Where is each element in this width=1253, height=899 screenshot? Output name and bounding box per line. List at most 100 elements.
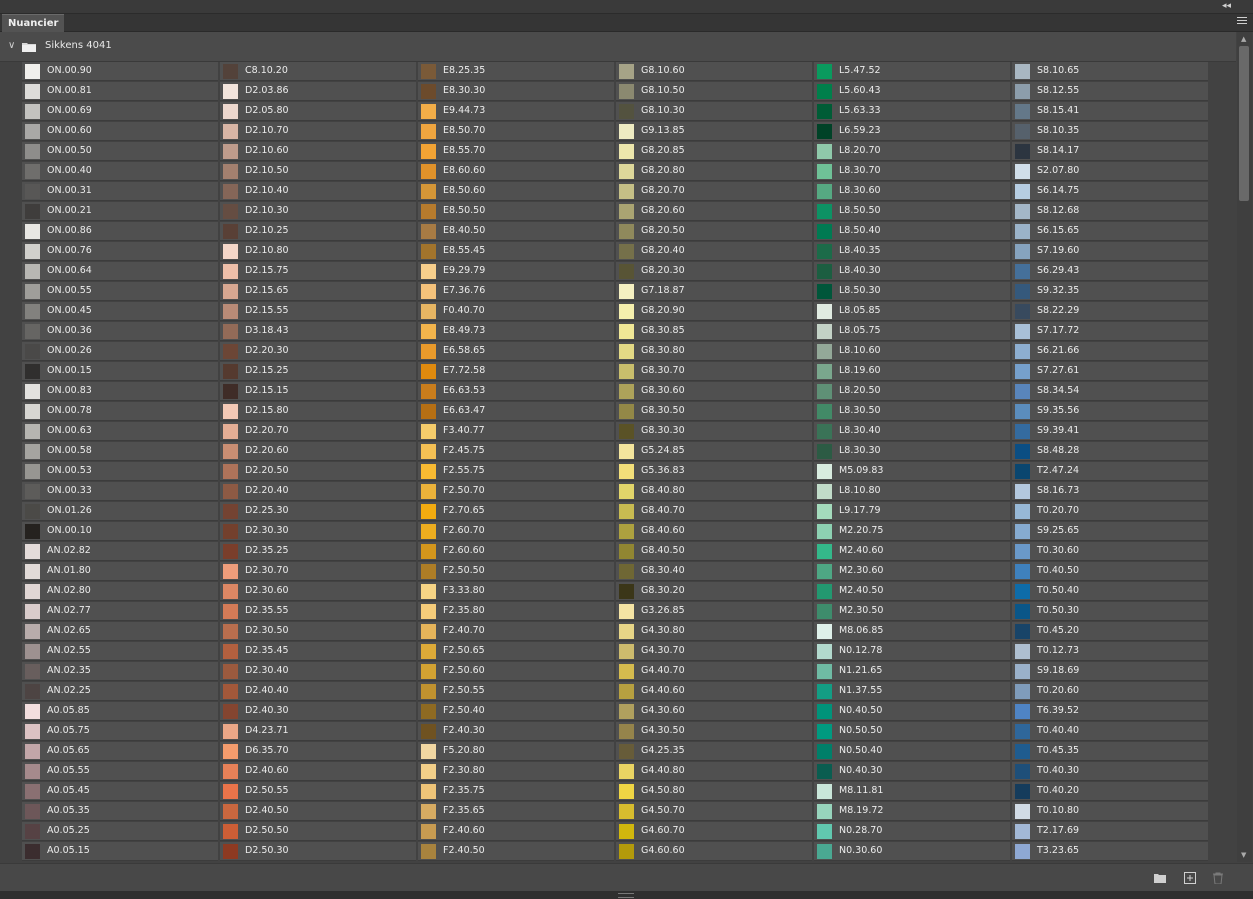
swatch-item[interactable]: N1.37.55 (814, 682, 1010, 701)
swatch-item[interactable]: G4.30.60 (616, 702, 812, 721)
tab-nuancier[interactable]: Nuancier (2, 14, 65, 32)
swatch-item[interactable]: L8.50.50 (814, 202, 1010, 221)
swatch-item[interactable]: T3.23.65 (1012, 842, 1208, 861)
swatch-item[interactable]: ON.00.78 (22, 402, 218, 421)
swatch-item[interactable]: F2.50.60 (418, 662, 614, 681)
swatch-item[interactable]: S2.07.80 (1012, 162, 1208, 181)
swatch-item[interactable]: G8.30.30 (616, 422, 812, 441)
swatch-item[interactable]: D2.30.60 (220, 582, 416, 601)
swatch-item[interactable]: F2.35.65 (418, 802, 614, 821)
swatch-item[interactable]: T0.12.73 (1012, 642, 1208, 661)
resize-strip[interactable] (0, 891, 1253, 899)
swatch-item[interactable]: M8.06.85 (814, 622, 1010, 641)
swatch-item[interactable]: D2.35.55 (220, 602, 416, 621)
vertical-scrollbar[interactable]: ▲ ▼ (1237, 32, 1252, 862)
swatch-item[interactable]: E8.55.70 (418, 142, 614, 161)
scrollbar-thumb[interactable] (1239, 46, 1249, 201)
swatch-item[interactable]: D2.10.50 (220, 162, 416, 181)
swatch-item[interactable]: D2.10.30 (220, 202, 416, 221)
swatch-item[interactable]: G8.30.20 (616, 582, 812, 601)
swatch-item[interactable]: N0.28.70 (814, 822, 1010, 841)
swatch-item[interactable]: N0.12.78 (814, 642, 1010, 661)
swatch-item[interactable]: S7.19.60 (1012, 242, 1208, 261)
swatch-item[interactable]: S6.29.43 (1012, 262, 1208, 281)
swatch-item[interactable]: D2.10.70 (220, 122, 416, 141)
swatch-item[interactable]: M8.11.81 (814, 782, 1010, 801)
swatch-item[interactable]: G8.40.70 (616, 502, 812, 521)
swatch-item[interactable]: G4.30.70 (616, 642, 812, 661)
swatch-item[interactable]: F2.40.30 (418, 722, 614, 741)
swatch-item[interactable]: A0.05.45 (22, 782, 218, 801)
swatch-item[interactable]: D2.30.30 (220, 522, 416, 541)
swatch-item[interactable]: N0.40.30 (814, 762, 1010, 781)
swatch-item[interactable]: S6.21.66 (1012, 342, 1208, 361)
swatch-item[interactable]: M2.30.60 (814, 562, 1010, 581)
swatch-item[interactable]: L8.30.50 (814, 402, 1010, 421)
swatch-item[interactable]: ON.00.31 (22, 182, 218, 201)
swatch-item[interactable]: G8.40.80 (616, 482, 812, 501)
swatch-item[interactable]: D2.15.55 (220, 302, 416, 321)
swatch-item[interactable]: L8.40.30 (814, 262, 1010, 281)
swatch-item[interactable]: F2.45.75 (418, 442, 614, 461)
swatch-item[interactable]: G4.60.60 (616, 842, 812, 861)
double-chevron-left-icon[interactable]: ◂◂ (1222, 1, 1231, 11)
swatch-item[interactable]: G8.10.50 (616, 82, 812, 101)
swatch-item[interactable]: AN.02.77 (22, 602, 218, 621)
swatch-item[interactable]: T0.40.20 (1012, 782, 1208, 801)
swatch-item[interactable]: ON.00.21 (22, 202, 218, 221)
swatch-item[interactable]: D2.40.30 (220, 702, 416, 721)
swatch-item[interactable]: L8.50.30 (814, 282, 1010, 301)
swatch-item[interactable]: M2.20.75 (814, 522, 1010, 541)
swatch-item[interactable]: ON.00.53 (22, 462, 218, 481)
swatch-item[interactable]: AN.02.35 (22, 662, 218, 681)
swatch-item[interactable]: D2.10.40 (220, 182, 416, 201)
swatch-item[interactable]: T0.10.80 (1012, 802, 1208, 821)
swatch-item[interactable]: ON.00.90 (22, 62, 218, 81)
swatch-item[interactable]: D2.20.50 (220, 462, 416, 481)
swatch-item[interactable]: G8.20.60 (616, 202, 812, 221)
swatch-item[interactable]: ON.00.50 (22, 142, 218, 161)
swatch-item[interactable]: G3.26.85 (616, 602, 812, 621)
swatch-item[interactable]: G5.36.83 (616, 462, 812, 481)
swatch-item[interactable]: F2.40.60 (418, 822, 614, 841)
swatch-item[interactable]: D2.35.25 (220, 542, 416, 561)
swatch-item[interactable]: L8.05.75 (814, 322, 1010, 341)
swatch-item[interactable]: AN.02.55 (22, 642, 218, 661)
swatch-item[interactable]: ON.00.15 (22, 362, 218, 381)
swatch-item[interactable]: N0.30.60 (814, 842, 1010, 861)
swatch-item[interactable]: E6.63.47 (418, 402, 614, 421)
swatch-item[interactable]: G8.20.30 (616, 262, 812, 281)
swatch-item[interactable]: L8.30.60 (814, 182, 1010, 201)
swatch-item[interactable]: D2.20.40 (220, 482, 416, 501)
resize-grip-icon[interactable] (618, 893, 634, 898)
swatch-item[interactable]: T0.20.70 (1012, 502, 1208, 521)
swatch-item[interactable]: G8.10.30 (616, 102, 812, 121)
swatch-item[interactable]: M8.19.72 (814, 802, 1010, 821)
swatch-item[interactable]: S9.32.35 (1012, 282, 1208, 301)
swatch-item[interactable]: E9.44.73 (418, 102, 614, 121)
trash-icon[interactable] (1212, 872, 1224, 884)
swatch-item[interactable]: ON.00.63 (22, 422, 218, 441)
swatch-item[interactable]: M5.09.83 (814, 462, 1010, 481)
swatch-item[interactable]: L8.20.70 (814, 142, 1010, 161)
swatch-item[interactable]: M2.40.60 (814, 542, 1010, 561)
swatch-item[interactable]: G8.20.90 (616, 302, 812, 321)
swatch-item[interactable]: F0.40.70 (418, 302, 614, 321)
swatch-item[interactable]: D6.35.70 (220, 742, 416, 761)
swatch-item[interactable]: G7.18.87 (616, 282, 812, 301)
swatch-item[interactable]: ON.00.83 (22, 382, 218, 401)
swatch-item[interactable]: S8.14.17 (1012, 142, 1208, 161)
swatch-item[interactable]: E8.30.30 (418, 82, 614, 101)
swatch-item[interactable]: T2.17.69 (1012, 822, 1208, 841)
swatch-item[interactable]: S9.35.56 (1012, 402, 1208, 421)
swatch-item[interactable]: M2.30.50 (814, 602, 1010, 621)
swatch-item[interactable]: S9.18.69 (1012, 662, 1208, 681)
swatch-item[interactable]: E9.29.79 (418, 262, 614, 281)
swatch-item[interactable]: L6.59.23 (814, 122, 1010, 141)
swatch-item[interactable]: L8.20.50 (814, 382, 1010, 401)
swatch-item[interactable]: G8.30.50 (616, 402, 812, 421)
swatch-item[interactable]: ON.00.58 (22, 442, 218, 461)
swatch-item[interactable]: F2.35.80 (418, 602, 614, 621)
chevron-down-icon[interactable]: ∨ (8, 40, 15, 51)
swatch-item[interactable]: L8.05.85 (814, 302, 1010, 321)
